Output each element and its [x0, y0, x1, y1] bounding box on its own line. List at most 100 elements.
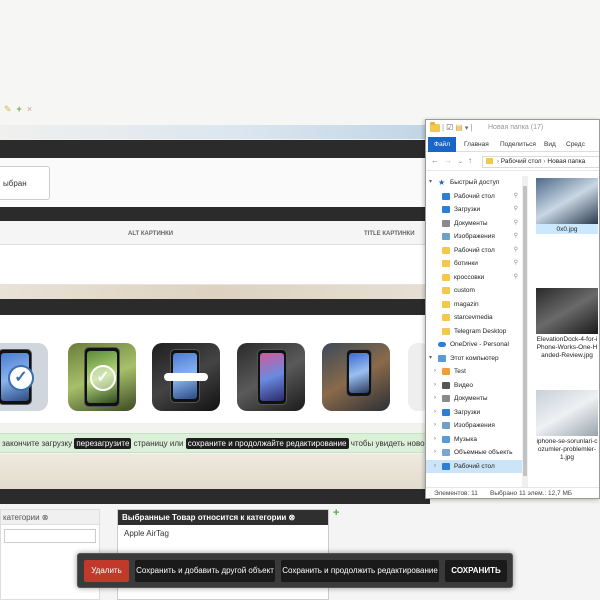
expand-chevron-icon[interactable]: ›: [434, 419, 436, 432]
nav-item[interactable]: magazin: [426, 298, 522, 311]
expand-chevron-icon[interactable]: ›: [434, 460, 436, 473]
nav-item[interactable]: › Музыка: [426, 433, 522, 446]
save-and-add-another-button[interactable]: Сохранить и добавить другой объект: [135, 560, 275, 582]
recent-chevron-icon[interactable]: ⌄: [458, 158, 463, 165]
edit-icon[interactable]: ✎: [4, 104, 12, 115]
nav-item-label: Рабочий стол: [454, 193, 495, 200]
pin-icon: ⚲: [513, 206, 518, 212]
nav-item-label: Рабочий стол: [454, 463, 495, 470]
address-bar[interactable]: › Рабочий стол › Новая папка: [482, 156, 599, 168]
folder-icon: [486, 158, 493, 164]
nav-item[interactable]: › Test: [426, 365, 522, 378]
add-category-icon[interactable]: +: [333, 507, 339, 519]
new-folder-icon[interactable]: ▤: [455, 123, 463, 132]
nav-item[interactable]: › Рабочий стол: [426, 460, 522, 473]
section-header-bar: [0, 140, 430, 158]
properties-icon[interactable]: ☑: [446, 123, 453, 132]
expand-chevron-icon[interactable]: ›: [434, 406, 436, 419]
expand-chevron-icon[interactable]: ›: [434, 392, 436, 405]
nav-item[interactable]: OneDrive - Personal: [426, 338, 522, 351]
expand-chevron-icon[interactable]: ›: [434, 446, 436, 459]
chevron-down-icon[interactable]: ▾: [465, 124, 469, 132]
save-continue-link[interactable]: сохраните и продолжайте редактирование: [185, 438, 349, 449]
nav-item-label: Музыка: [454, 436, 477, 443]
notice-text: чтобы увидеть новое dopphot: [350, 439, 430, 448]
nav-item[interactable]: Рабочий стол ⚲: [426, 190, 522, 203]
tab-view[interactable]: Вид: [544, 137, 556, 152]
computer-icon: [438, 355, 446, 362]
gallery-thumbnail[interactable]: [152, 343, 220, 411]
nav-item[interactable]: Рабочий стол ⚲: [426, 244, 522, 257]
selected-categories-header: Выбранные Товар относится к категории ⊗: [118, 510, 328, 525]
nav-item[interactable]: ботинки ⚲: [426, 257, 522, 270]
delete-button[interactable]: Удалить: [84, 560, 129, 582]
available-categories-header: категории ⊗: [1, 510, 99, 525]
tab-share[interactable]: Поделиться: [500, 137, 536, 152]
nav-item-label: Telegram Desktop: [454, 328, 507, 335]
chosen-select[interactable]: ыбран: [0, 166, 50, 200]
expand-chevron-icon[interactable]: ›: [434, 433, 436, 446]
download-icon: [442, 206, 450, 213]
selected-category-item[interactable]: Apple AirTag: [118, 525, 328, 538]
tab-file[interactable]: Файл: [428, 137, 456, 152]
nav-item[interactable]: кроссовки ⚲: [426, 271, 522, 284]
up-arrow-icon[interactable]: ↑: [468, 156, 472, 165]
add-icon[interactable]: +: [17, 104, 22, 115]
file-item[interactable]: 0x0.jpg: [536, 178, 598, 234]
gallery-thumbnail[interactable]: [322, 343, 390, 411]
folder-icon: [442, 314, 450, 321]
nav-item[interactable]: starcevmedia: [426, 311, 522, 324]
gallery-thumbnail[interactable]: [237, 343, 305, 411]
expand-chevron-icon[interactable]: ›: [434, 365, 436, 378]
nav-item-label: Объемные объекть: [454, 449, 513, 456]
nav-item[interactable]: › Видео: [426, 379, 522, 392]
nav-item-label: Рабочий стол: [454, 247, 495, 254]
navigation-scrollbar[interactable]: [522, 176, 528, 487]
gallery-thumbnail[interactable]: ✓: [0, 343, 48, 411]
expand-chevron-icon[interactable]: ›: [434, 379, 436, 392]
expand-chevron-icon[interactable]: ▾: [429, 352, 432, 365]
nav-item-label: custom: [454, 287, 475, 294]
nav-item[interactable]: Документы ⚲: [426, 217, 522, 230]
save-button[interactable]: СОХРАНИТЬ: [445, 560, 507, 582]
nav-item[interactable]: Загрузки ⚲: [426, 203, 522, 216]
explorer-titlebar[interactable]: | ☑ ▤ ▾ | Новая папка (17): [426, 120, 599, 137]
tab-home[interactable]: Главная: [464, 137, 489, 152]
expand-chevron-icon[interactable]: ▾: [429, 176, 432, 189]
forward-arrow-icon[interactable]: →: [444, 156, 452, 165]
nav-item[interactable]: › Объемные объекть: [426, 446, 522, 459]
delete-icon[interactable]: ×: [27, 104, 32, 115]
pin-icon: ⚲: [513, 233, 518, 239]
nav-item[interactable]: custom: [426, 284, 522, 297]
tab-tools[interactable]: Средс: [566, 137, 585, 152]
file-name: 0x0.jpg: [556, 226, 578, 233]
column-header-alt: ALT КАРТИНКИ: [128, 231, 174, 237]
nav-item-label: Загрузки: [454, 409, 481, 416]
table-row: [0, 245, 430, 285]
reload-page-link[interactable]: перезагрузите: [74, 438, 132, 449]
item-count: Элементов: 11: [434, 490, 478, 497]
nav-item[interactable]: Telegram Desktop: [426, 325, 522, 338]
nav-item[interactable]: ▾ ★ Быстрый доступ: [426, 176, 522, 189]
nav-item[interactable]: ▾ Этот компьютер: [426, 352, 522, 365]
file-item[interactable]: ElevationDock-4-for-iPhone-Works-One-Han…: [536, 288, 598, 360]
nav-item[interactable]: › Изображения: [426, 419, 522, 432]
category-filter-input[interactable]: [4, 529, 96, 543]
file-item[interactable]: iphone-se-sorunlari-cozumler-problemler-…: [536, 390, 598, 462]
nav-item-label: Test: [454, 368, 466, 375]
back-arrow-icon[interactable]: ←: [431, 156, 439, 165]
file-explorer-window[interactable]: | ☑ ▤ ▾ | Новая папка (17) Файл Главная …: [425, 119, 600, 499]
nav-item[interactable]: › Документы: [426, 392, 522, 405]
breadcrumb-item[interactable]: Рабочий стол: [501, 158, 542, 165]
column-header-title: TITLE КАРТИНКИ: [364, 231, 415, 237]
breadcrumb-item[interactable]: Новая папка: [547, 158, 585, 165]
nav-item-label: starcevmedia: [454, 314, 493, 321]
save-and-continue-button[interactable]: Сохранить и продолжить редактирование: [281, 560, 439, 582]
download-icon: [442, 409, 450, 416]
row-tools: ✎ + ×: [4, 104, 32, 115]
nav-item[interactable]: › Загрузки: [426, 406, 522, 419]
nav-item-label: Видео: [454, 382, 473, 389]
file-name: iphone-se-sorunlari-cozumler-problemler-…: [536, 438, 598, 461]
nav-item[interactable]: Изображения ⚲: [426, 230, 522, 243]
gallery-thumbnail[interactable]: ✓: [68, 343, 136, 411]
